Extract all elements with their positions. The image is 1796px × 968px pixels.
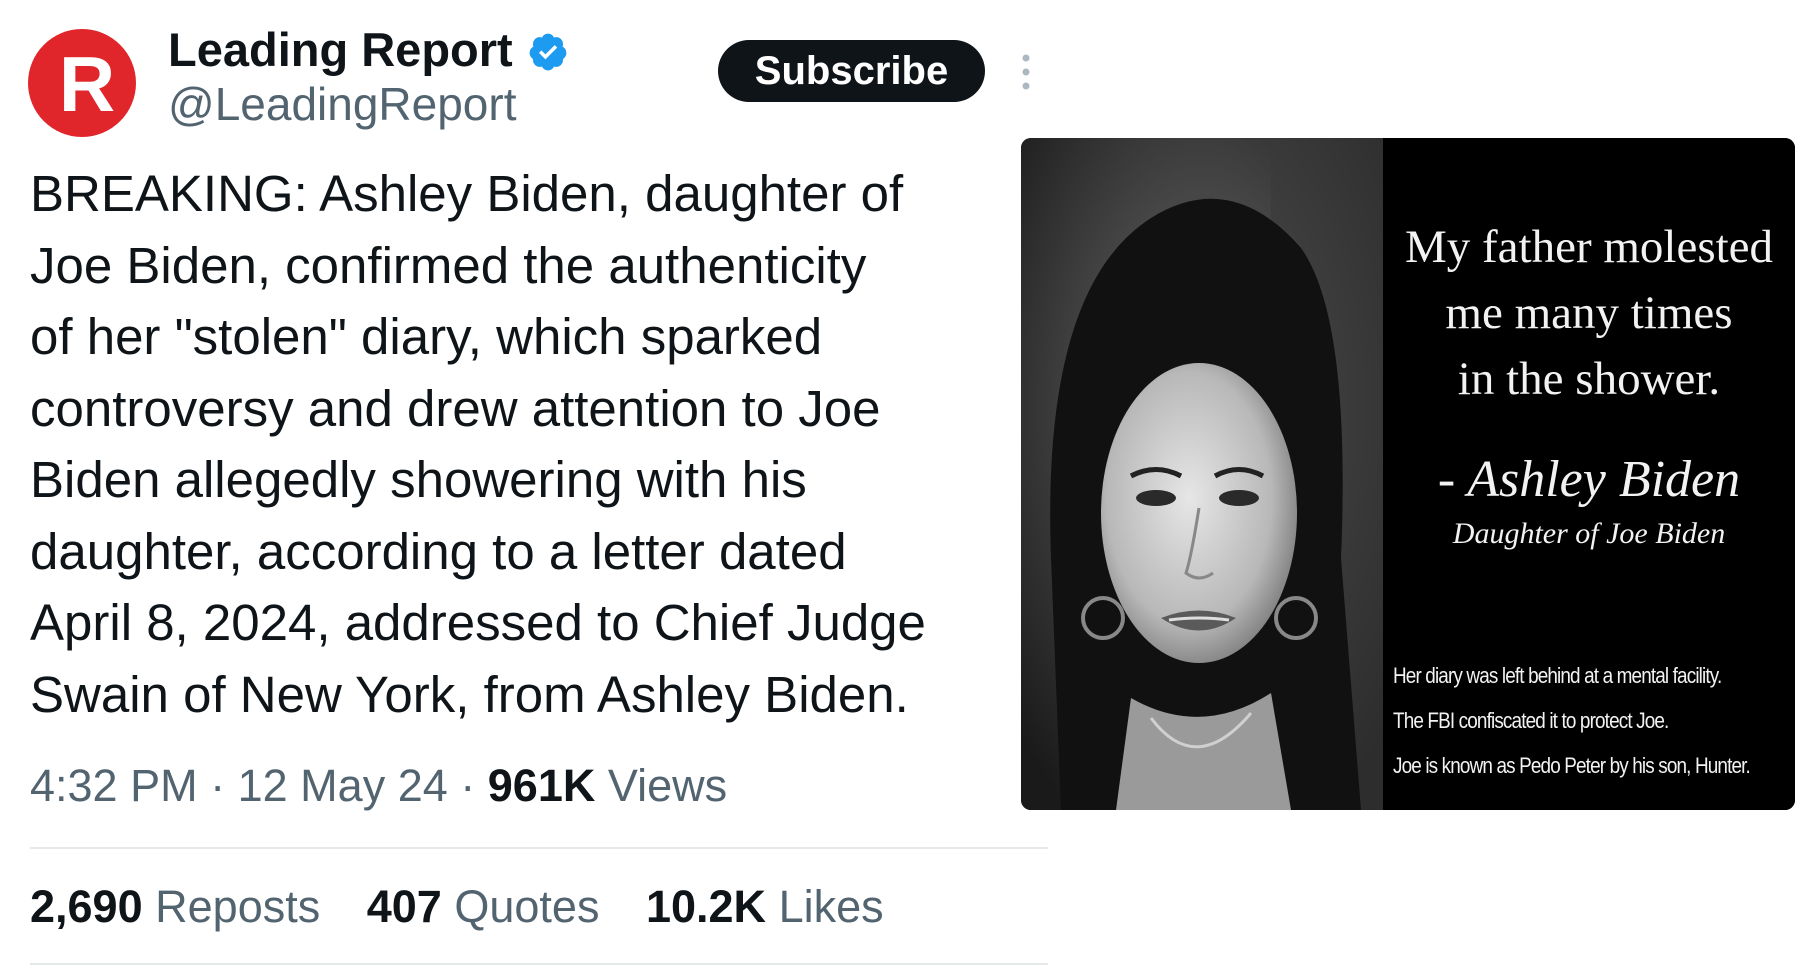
author-handle[interactable]: @LeadingReport [168, 76, 516, 132]
quote-text: My father molested me many times in the … [1383, 214, 1795, 412]
tweet-text-line: of her "stolen" diary, which sparked [30, 308, 823, 365]
leading-report-logo: R LEADING [49, 40, 115, 128]
tweet-time[interactable]: 4:32 PM [30, 760, 198, 811]
likes-stat[interactable]: 10.2K Likes [646, 881, 884, 932]
quotes-stat[interactable]: 407 Quotes [367, 881, 612, 932]
tweet-text-line: daughter, according to a letter dated [30, 522, 847, 580]
likes-label: Likes [778, 881, 884, 932]
tweet-text-line: controversy and drew attention to Joe [30, 379, 881, 437]
tweet-text-line: BREAKING: Ashley Biden, daughter of [30, 165, 904, 222]
tweet-media-image[interactable]: My father molested me many times in the … [1021, 138, 1795, 810]
facts-list: Her diary was left behind at a mental fa… [1393, 653, 1751, 788]
quote-author-subtitle: Daughter of Joe Biden [1452, 517, 1726, 550]
tweet-text-line: Biden allegedly showering with his [30, 451, 807, 508]
likes-count: 10.2K [645, 881, 767, 932]
tweet-text-line: April 8, 2024, addressed to Chief Judge [30, 594, 926, 651]
quote-line: in the shower. [1457, 353, 1721, 405]
reposts-label: Reposts [155, 881, 321, 932]
quotes-count: 407 [366, 881, 442, 932]
engagement-stats: 2,690 Reposts 407 Quotes 10.2K Likes [30, 879, 918, 935]
author-avatar[interactable]: R LEADING [28, 29, 136, 137]
avatar-letter: R [59, 40, 115, 128]
tweet-date[interactable]: 12 May 24 [238, 760, 448, 811]
quote-line: me many times [1445, 287, 1733, 339]
avatar-side-text: LEADING [49, 58, 61, 108]
tweet-text-line: Joe Biden, confirmed the authenticity [30, 236, 867, 294]
meta-separator: · [210, 760, 226, 811]
tweet-meta: 4:32 PM · 12 May 24 · 961K Views [30, 758, 727, 814]
views-label: Views [607, 760, 728, 811]
reposts-count: 2,690 [30, 881, 143, 932]
more-vertical-icon[interactable] [1015, 50, 1037, 94]
tweet-text-line: Swain of New York, from Ashley Biden. [30, 665, 909, 723]
fact-line: Joe is known as Pedo Peter by his son, H… [1393, 753, 1751, 778]
views-count: 961K [487, 760, 596, 811]
tweet-text: BREAKING: Ashley Biden, daughter of Joe … [30, 158, 1035, 730]
author-name-text: Leading Report [168, 23, 513, 76]
divider [30, 963, 1048, 965]
fact-line: The FBI confiscated it to protect Joe. [1393, 708, 1669, 733]
quote-author: - Ashley Biden [1437, 451, 1741, 508]
quotes-label: Quotes [454, 881, 600, 932]
subscribe-button[interactable]: Subscribe [718, 40, 985, 102]
quote-line: My father molested [1404, 221, 1774, 273]
reposts-stat[interactable]: 2,690 Reposts [30, 881, 333, 932]
fact-line: Her diary was left behind at a mental fa… [1393, 663, 1722, 688]
divider [30, 847, 1048, 849]
portrait-photo [1021, 138, 1383, 810]
verified-badge-icon [527, 29, 569, 71]
meta-separator: · [460, 760, 476, 811]
author-name[interactable]: Leading Report [168, 22, 569, 78]
quote-panel: My father molested me many times in the … [1383, 138, 1795, 810]
